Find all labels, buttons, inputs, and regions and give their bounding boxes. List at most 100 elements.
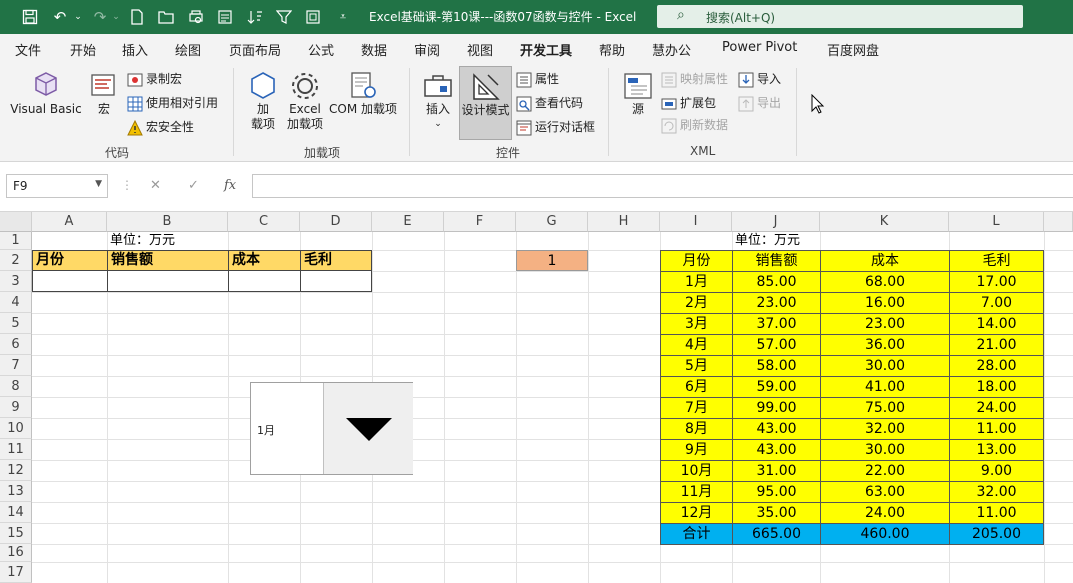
map-properties-button[interactable]: 映射属性 [661, 69, 728, 89]
visual-basic-button[interactable]: Visual Basic [10, 70, 82, 117]
redo-dropdown-icon[interactable]: ⌄ [106, 7, 126, 27]
row-header-1[interactable]: 1 [0, 232, 32, 250]
column-header-c[interactable]: C [228, 212, 300, 232]
data-cost-cell[interactable]: 63.00 [820, 481, 950, 503]
data-sales-cell[interactable]: 35.00 [732, 502, 821, 524]
data-sales-cell[interactable]: 23.00 [732, 292, 821, 314]
total-cost-cell[interactable]: 460.00 [820, 523, 950, 545]
undo-icon[interactable]: ↶ [50, 7, 70, 27]
tab-help[interactable]: 帮助 [599, 40, 625, 59]
row-header-4[interactable]: 4 [0, 292, 32, 313]
data-profit-cell[interactable]: 13.00 [949, 439, 1044, 461]
data-cost-cell[interactable]: 75.00 [820, 397, 950, 419]
column-header-d[interactable]: D [300, 212, 372, 232]
data-sales-cell[interactable]: 37.00 [732, 313, 821, 335]
filter-icon[interactable] [274, 7, 294, 27]
design-mode-button[interactable]: 设计模式 [459, 66, 512, 140]
left-header-profit[interactable]: 毛利 [300, 250, 372, 271]
column-header-g[interactable]: G [516, 212, 588, 232]
right-header-cost[interactable]: 成本 [820, 250, 950, 272]
left-header-cost[interactable]: 成本 [228, 250, 301, 271]
data-month-cell[interactable]: 3月 [660, 313, 733, 335]
row-header-11[interactable]: 11 [0, 439, 32, 460]
expansion-packs-button[interactable]: 扩展包 [661, 93, 716, 113]
xml-source-button[interactable]: 源 [621, 70, 655, 117]
data-sales-cell[interactable]: 31.00 [732, 460, 821, 482]
tab-huibangong[interactable]: 慧办公 [652, 40, 691, 59]
data-cost-cell[interactable]: 36.00 [820, 334, 950, 356]
data-cost-cell[interactable]: 24.00 [820, 502, 950, 524]
use-relative-references-button[interactable]: 使用相对引用 [127, 93, 218, 113]
tab-file[interactable]: 文件 [15, 40, 41, 59]
data-profit-cell[interactable]: 14.00 [949, 313, 1044, 335]
left-header-sales[interactable]: 销售额 [107, 250, 229, 271]
column-header-l[interactable]: L [949, 212, 1044, 232]
data-sales-cell[interactable]: 85.00 [732, 271, 821, 293]
row-header-14[interactable]: 14 [0, 502, 32, 523]
data-sales-cell[interactable]: 43.00 [732, 418, 821, 440]
tab-developer[interactable]: 开发工具 [520, 40, 573, 66]
data-profit-cell[interactable]: 32.00 [949, 481, 1044, 503]
view-code-button[interactable]: 查看代码 [516, 93, 583, 113]
data-profit-cell[interactable]: 17.00 [949, 271, 1044, 293]
right-header-month[interactable]: 月份 [660, 250, 733, 272]
tab-home[interactable]: 开始 [70, 40, 96, 59]
new-file-icon[interactable] [127, 7, 147, 27]
data-profit-cell[interactable]: 28.00 [949, 355, 1044, 377]
select-all-corner[interactable] [0, 212, 32, 232]
column-header-f[interactable]: F [444, 212, 516, 232]
data-profit-cell[interactable]: 7.00 [949, 292, 1044, 314]
row-header-17[interactable]: 17 [0, 562, 32, 583]
frame-icon[interactable] [303, 7, 323, 27]
left-header-month[interactable]: 月份 [32, 250, 108, 271]
row-header-5[interactable]: 5 [0, 313, 32, 334]
sort-icon[interactable] [245, 7, 265, 27]
right-header-profit[interactable]: 毛利 [949, 250, 1044, 272]
macros-button[interactable]: 宏 [88, 70, 120, 117]
data-month-cell[interactable]: 1月 [660, 271, 733, 293]
name-box[interactable]: F9 ▼ [6, 174, 108, 198]
data-sales-cell[interactable]: 99.00 [732, 397, 821, 419]
tab-formulas[interactable]: 公式 [308, 40, 334, 59]
column-header-h[interactable]: H [588, 212, 660, 232]
tab-data[interactable]: 数据 [361, 40, 387, 59]
row-header-16[interactable]: 16 [0, 544, 32, 562]
row-header-3[interactable]: 3 [0, 271, 32, 292]
data-profit-cell[interactable]: 11.00 [949, 418, 1044, 440]
tab-draw[interactable]: 绘图 [175, 40, 201, 59]
column-header-k[interactable]: K [820, 212, 949, 232]
data-profit-cell[interactable]: 11.00 [949, 502, 1044, 524]
cancel-icon[interactable]: ✕ [150, 178, 161, 193]
data-sales-cell[interactable]: 43.00 [732, 439, 821, 461]
data-month-cell[interactable]: 10月 [660, 460, 733, 482]
data-cost-cell[interactable]: 23.00 [820, 313, 950, 335]
data-profit-cell[interactable]: 18.00 [949, 376, 1044, 398]
resize-handle-icon[interactable]: ⋮ [121, 178, 133, 192]
customize-dropdown-icon[interactable]: ⩡ [333, 7, 353, 27]
month-combo-box[interactable]: 1月 [250, 382, 413, 475]
form-icon[interactable] [215, 7, 235, 27]
total-sales-cell[interactable]: 665.00 [732, 523, 821, 545]
undo-dropdown-icon[interactable]: ⌄ [68, 7, 88, 27]
column-header-a[interactable]: A [32, 212, 107, 232]
record-macro-button[interactable]: 录制宏 [127, 69, 182, 89]
data-month-cell[interactable]: 5月 [660, 355, 733, 377]
data-profit-cell[interactable]: 9.00 [949, 460, 1044, 482]
data-sales-cell[interactable]: 59.00 [732, 376, 821, 398]
macro-security-button[interactable]: 宏安全性 [127, 117, 194, 137]
row-header-2[interactable]: 2 [0, 250, 32, 271]
insert-controls-button[interactable]: 插入 ⌄ [421, 70, 455, 132]
insert-function-icon[interactable]: fx [224, 178, 236, 193]
data-month-cell[interactable]: 9月 [660, 439, 733, 461]
cell-c3[interactable] [228, 270, 301, 292]
data-profit-cell[interactable]: 21.00 [949, 334, 1044, 356]
data-cost-cell[interactable]: 32.00 [820, 418, 950, 440]
data-cost-cell[interactable]: 30.00 [820, 439, 950, 461]
row-header-7[interactable]: 7 [0, 355, 32, 376]
save-icon[interactable] [20, 7, 40, 27]
column-header-m[interactable] [1044, 212, 1073, 232]
data-month-cell[interactable]: 4月 [660, 334, 733, 356]
total-month-cell[interactable]: 合计 [660, 523, 733, 545]
column-header-b[interactable]: B [107, 212, 228, 232]
addins-button[interactable]: 加 载项 [247, 70, 279, 132]
